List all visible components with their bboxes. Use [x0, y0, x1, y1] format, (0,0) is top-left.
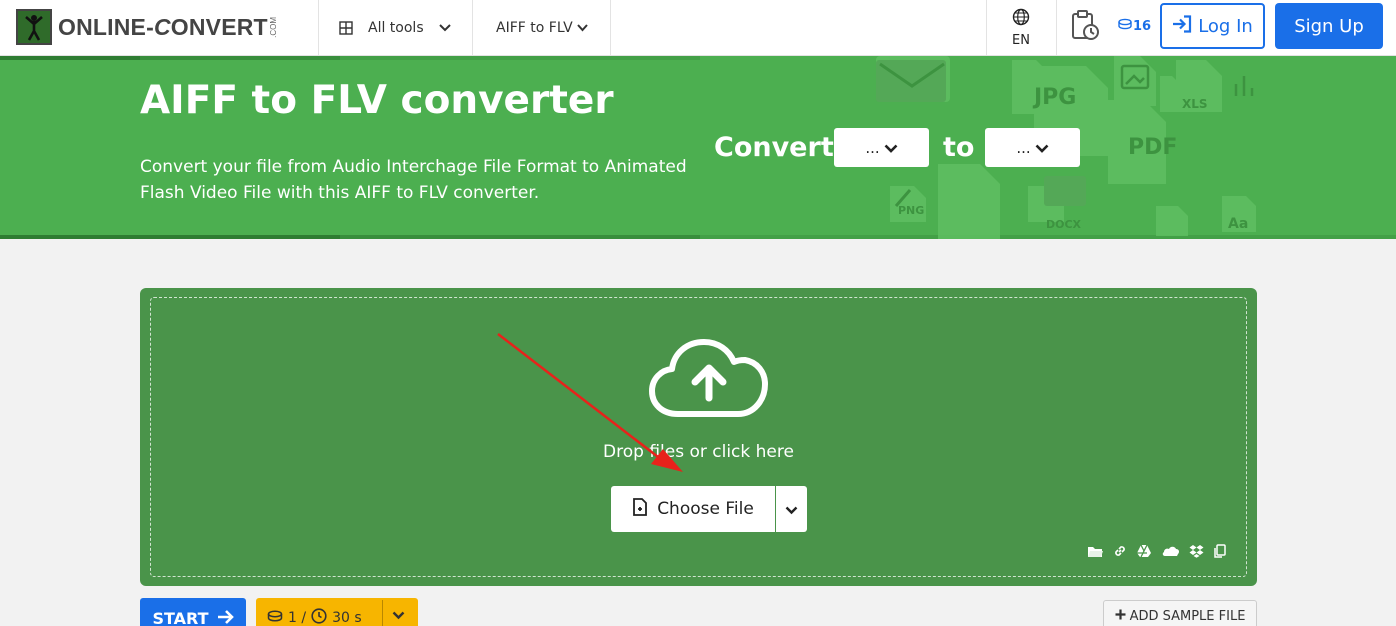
grid-icon [339, 21, 353, 35]
cloud-upload-icon [648, 338, 770, 424]
clipboard-clock-icon [1070, 10, 1100, 46]
hero-accent [0, 56, 140, 60]
login-button[interactable]: Log In [1160, 3, 1265, 49]
choose-source-dropdown[interactable] [776, 486, 807, 532]
choose-file-label: Choose File [657, 499, 754, 519]
drop-hint: Drop files or click here [603, 442, 794, 462]
coins-icon [1118, 18, 1132, 34]
source-format-select[interactable]: ... [834, 128, 929, 167]
svg-text:PNG: PNG [898, 204, 924, 217]
conversion-cost-button[interactable]: 1 / 30 s [256, 598, 418, 626]
globe-icon [1012, 8, 1030, 30]
top-navbar: ONLINE-CONVERT .COM All tools AIFF to FL… [0, 0, 1396, 56]
logo-mark [16, 9, 52, 45]
divider [382, 600, 383, 626]
file-add-icon [632, 497, 648, 521]
credits-badge[interactable]: 16 [1118, 18, 1151, 34]
upload-sources [1087, 544, 1226, 558]
add-sample-file-label: ADD SAMPLE FILE [1129, 608, 1246, 624]
hero-accent [140, 56, 340, 60]
coins-icon [267, 610, 283, 626]
cost-time: 30 s [332, 610, 362, 626]
start-button[interactable]: START [140, 598, 246, 626]
hero-accent [340, 235, 700, 239]
hero-accent [0, 235, 340, 239]
converter-menu[interactable]: AIFF to FLV [496, 0, 588, 56]
site-logo[interactable]: ONLINE-CONVERT .COM [16, 8, 278, 46]
svg-text:JPG: JPG [1032, 85, 1076, 110]
upload-panel: Drop files or click here Choose File [140, 288, 1257, 586]
chevron-down-icon [1035, 139, 1049, 157]
divider [318, 0, 319, 56]
clock-icon [311, 608, 327, 626]
svg-text:PDF: PDF [1128, 135, 1177, 160]
folder-open-icon[interactable] [1087, 545, 1104, 558]
signup-button[interactable]: Sign Up [1275, 3, 1383, 49]
plus-icon [1115, 609, 1126, 624]
target-format-select[interactable]: ... [985, 128, 1080, 167]
converter-menu-label: AIFF to FLV [496, 20, 573, 36]
logo-com: .COM [268, 16, 278, 38]
hero-accent [340, 56, 700, 60]
to-label: to [943, 132, 975, 163]
svg-text:DOCX: DOCX [1046, 218, 1082, 231]
convert-label: Convert [714, 132, 834, 163]
page-description: Convert your file from Audio Interchage … [140, 157, 687, 203]
logo-text: ONLINE-CONVERT [58, 13, 268, 40]
language-selector[interactable]: EN [986, 0, 1056, 56]
chevron-down-icon [785, 500, 798, 519]
chevron-down-icon[interactable] [392, 608, 405, 624]
all-tools-menu[interactable]: All tools [339, 0, 451, 56]
target-format-value: ... [1016, 138, 1031, 157]
signup-label: Sign Up [1294, 15, 1364, 37]
file-drop-zone[interactable]: Drop files or click here Choose File [150, 297, 1247, 577]
conversion-history-button[interactable] [1056, 0, 1114, 56]
all-tools-label: All tools [368, 20, 424, 36]
chevron-down-icon [576, 24, 588, 32]
onedrive-icon[interactable] [1161, 545, 1180, 557]
dropbox-icon[interactable] [1189, 544, 1204, 558]
arrow-right-icon [217, 609, 234, 626]
chevron-down-icon [438, 24, 451, 32]
language-code: EN [1012, 33, 1030, 48]
sign-in-icon [1172, 14, 1192, 38]
page-title: AIFF to FLV converter [140, 78, 614, 123]
svg-text:XLS: XLS [1182, 97, 1208, 111]
hero-banner: JPG PDF XLS PNG DOCX Aa AIFF to FLV conv… [0, 56, 1396, 239]
login-label: Log In [1198, 15, 1253, 37]
divider [472, 0, 473, 56]
cost-count: 1 / [288, 610, 307, 626]
credits-count: 16 [1133, 18, 1152, 34]
source-format-value: ... [865, 138, 880, 157]
chevron-down-icon [884, 139, 898, 157]
add-sample-file-button[interactable]: ADD SAMPLE FILE [1103, 600, 1257, 626]
choose-file-button[interactable]: Choose File [611, 486, 775, 532]
copy-paste-icon[interactable] [1213, 544, 1226, 558]
start-label: START [152, 608, 209, 626]
link-icon[interactable] [1113, 544, 1127, 558]
google-drive-icon[interactable] [1136, 544, 1152, 558]
divider [610, 0, 611, 56]
svg-text:Aa: Aa [1228, 216, 1248, 232]
